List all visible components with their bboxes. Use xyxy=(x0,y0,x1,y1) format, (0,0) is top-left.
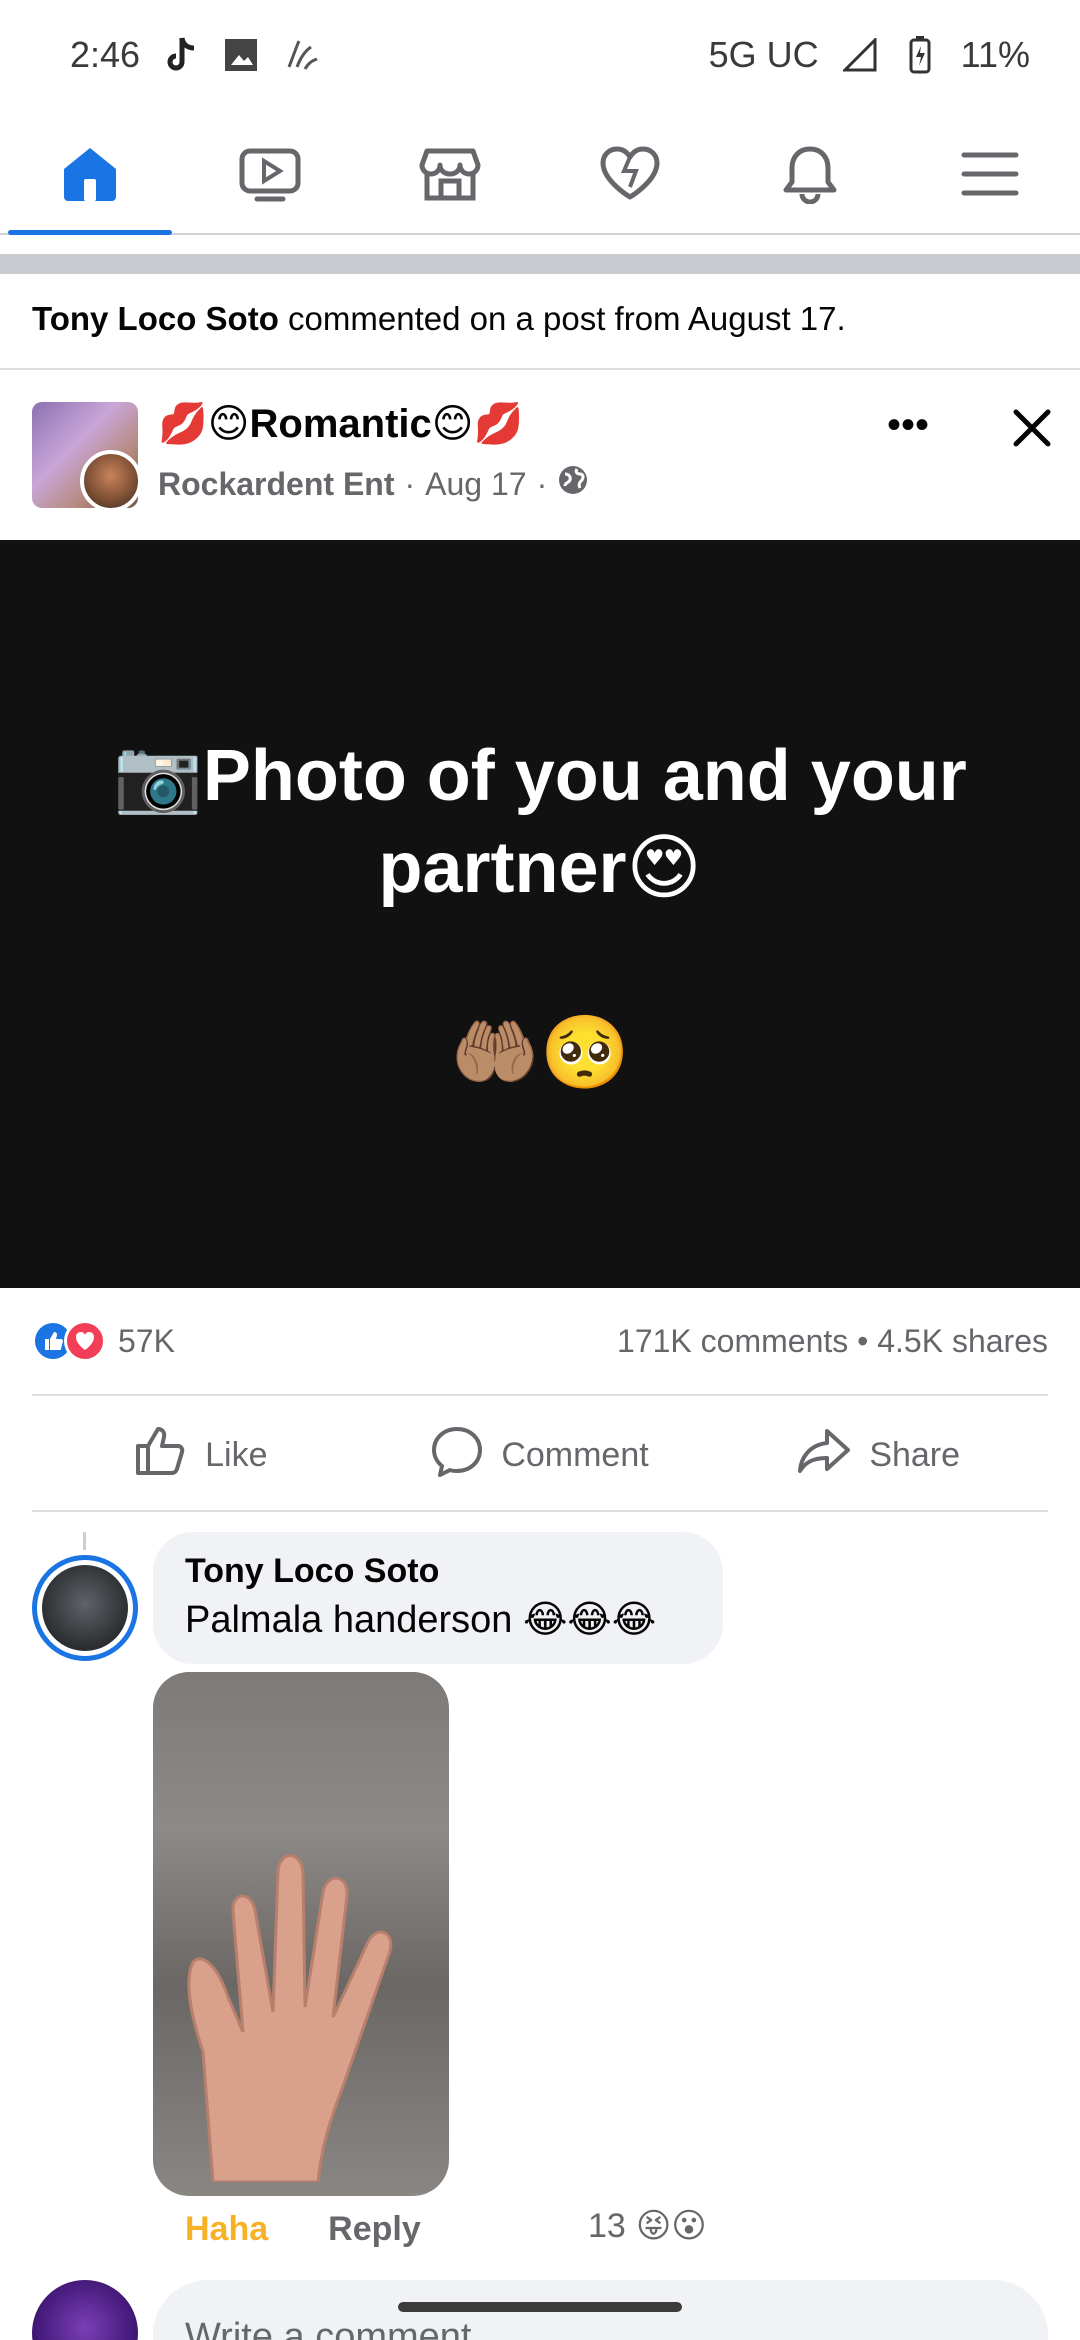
love-reaction-icon xyxy=(64,1320,106,1362)
activity-actor[interactable]: Tony Loco Soto xyxy=(32,300,279,337)
hide-post-button[interactable] xyxy=(1002,400,1062,460)
post-meta: Rockardent Ent · Aug 17 · xyxy=(158,464,589,504)
comment-actions: Haha Reply xyxy=(185,2210,421,2249)
hand-photo xyxy=(187,1854,393,2182)
share-label: Share xyxy=(869,1435,961,1474)
post-text: 📷Photo of you and your partner😍 xyxy=(113,736,967,908)
comment-button[interactable]: Comment xyxy=(371,1400,710,1510)
tab-menu[interactable] xyxy=(900,120,1080,233)
status-bar: 2:46 5G UC 11% xyxy=(0,0,1080,110)
comment-photo[interactable] xyxy=(153,1672,449,2196)
thumbs-up-icon xyxy=(135,1426,187,1485)
post-actions: Like Comment Share xyxy=(32,1400,1048,1510)
comment-reactions[interactable]: 13 😝😮 xyxy=(588,2206,707,2246)
share-arrow-icon xyxy=(797,1427,851,1484)
bell-icon xyxy=(780,144,840,209)
activity-notice[interactable]: Tony Loco Soto commented on a post from … xyxy=(32,300,846,338)
share-button[interactable]: Share xyxy=(709,1400,1048,1510)
comment-reply-button[interactable]: Reply xyxy=(328,2210,421,2249)
commenter-avatar[interactable] xyxy=(32,1555,138,1661)
comment-label: Comment xyxy=(501,1435,649,1474)
signal-icon xyxy=(841,36,879,74)
post-content[interactable]: 📷Photo of you and your partner😍 🤲🏽🥺 xyxy=(0,540,1080,1288)
like-label: Like xyxy=(205,1435,268,1474)
close-icon xyxy=(1012,408,1052,453)
tab-notifications[interactable] xyxy=(720,120,900,233)
hamburger-icon xyxy=(961,149,1019,204)
tab-marketplace[interactable] xyxy=(360,120,540,233)
meta-dot: · xyxy=(404,465,416,502)
home-icon xyxy=(60,145,120,208)
battery-icon xyxy=(901,36,939,74)
post-date[interactable]: Aug 17 xyxy=(425,466,526,503)
post-emojis: 🤲🏽🥺 xyxy=(450,1013,630,1093)
more-icon: ••• xyxy=(886,402,929,447)
comment-reaction-emojis: 😝😮 xyxy=(635,2207,707,2245)
battery-percent: 11% xyxy=(960,34,1030,75)
comment-bubble-icon xyxy=(431,1425,483,1486)
comment-text: Palmala handerson 😂😂😂 xyxy=(185,1599,657,1641)
post-title[interactable]: 💋😊Romantic😊💋 xyxy=(158,400,523,447)
meta-dot: · xyxy=(536,465,548,502)
like-button[interactable]: Like xyxy=(32,1400,371,1510)
engagement-summary: 57K 171K comments • 4.5K shares xyxy=(32,1316,1048,1366)
post-header: 💋😊Romantic😊💋 Rockardent Ent · Aug 17 · •… xyxy=(32,400,1052,520)
divider xyxy=(32,1510,1048,1512)
store-icon xyxy=(419,145,481,208)
divider xyxy=(0,368,1080,370)
comment-reaction-count: 13 xyxy=(588,2206,626,2245)
status-time: 2:46 xyxy=(70,34,141,75)
comment-author[interactable]: Tony Loco Soto xyxy=(185,1552,691,1591)
network-label: 5G UC xyxy=(708,34,819,75)
divider xyxy=(32,1394,1048,1396)
comment-haha-button[interactable]: Haha xyxy=(185,2210,268,2249)
author-mini-avatar xyxy=(80,450,138,508)
my-avatar xyxy=(32,2280,138,2340)
app-icon xyxy=(282,36,320,74)
tiktok-icon xyxy=(162,36,200,74)
tab-dating[interactable] xyxy=(540,120,720,233)
reactions-count: 57K xyxy=(118,1322,175,1359)
page-name[interactable]: Rockardent Ent xyxy=(158,466,394,503)
gallery-icon xyxy=(222,36,260,74)
globe-icon xyxy=(557,464,589,504)
reactions-summary[interactable]: 57K xyxy=(32,1320,175,1362)
page-avatar[interactable] xyxy=(32,402,138,508)
gesture-bar[interactable] xyxy=(398,2302,682,2312)
more-options-button[interactable]: ••• xyxy=(872,400,944,450)
thread-line xyxy=(83,1532,86,1550)
tab-video[interactable] xyxy=(180,120,360,233)
section-separator xyxy=(0,254,1080,274)
tab-home[interactable] xyxy=(0,120,180,235)
comments-shares-count[interactable]: 171K comments • 4.5K shares xyxy=(617,1323,1048,1360)
activity-text: commented on a post from August 17. xyxy=(278,300,846,337)
video-icon xyxy=(239,145,301,208)
top-navigation xyxy=(0,120,1080,235)
heart-icon xyxy=(599,145,661,208)
comment-bubble[interactable]: Tony Loco Soto Palmala handerson 😂😂😂 xyxy=(153,1532,723,1664)
